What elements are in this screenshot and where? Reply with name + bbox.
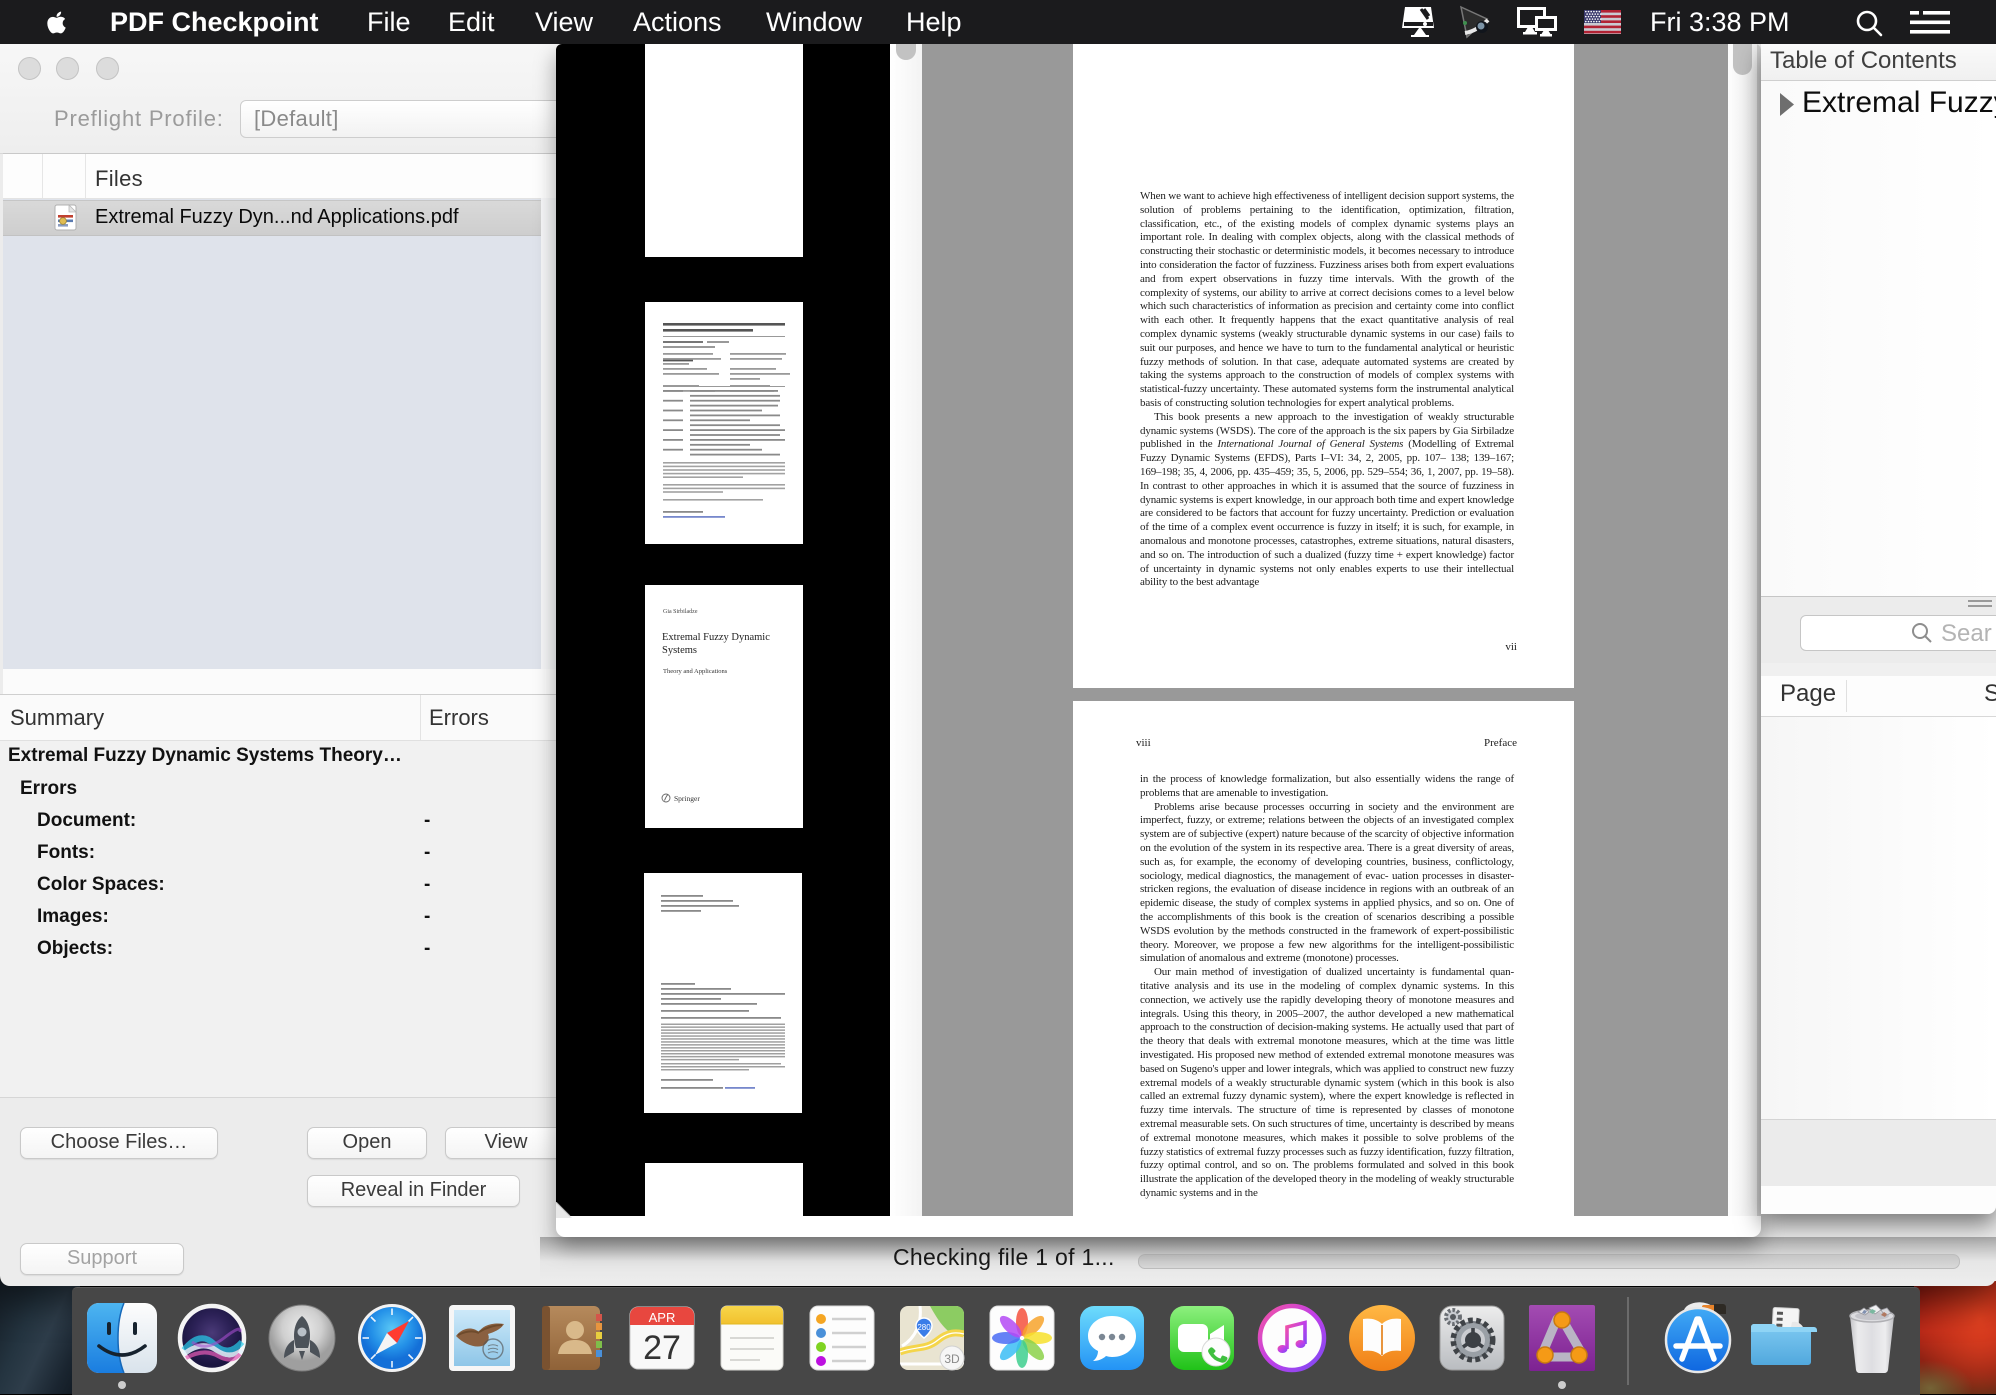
svg-text:Extremal Fuzzy Dynamic: Extremal Fuzzy Dynamic: [662, 632, 770, 643]
svg-text:Theory and Applications: Theory and Applications: [663, 668, 728, 675]
svg-text:280: 280: [917, 1323, 931, 1332]
svg-text:27: 27: [643, 1329, 681, 1367]
svg-text:APR: APR: [649, 1310, 676, 1325]
svg-text:3D: 3D: [944, 1352, 960, 1366]
svg-text:Systems: Systems: [662, 645, 697, 656]
svg-text:Gia Sirbiladze: Gia Sirbiladze: [663, 609, 698, 615]
svg-text:Springer: Springer: [674, 794, 700, 803]
